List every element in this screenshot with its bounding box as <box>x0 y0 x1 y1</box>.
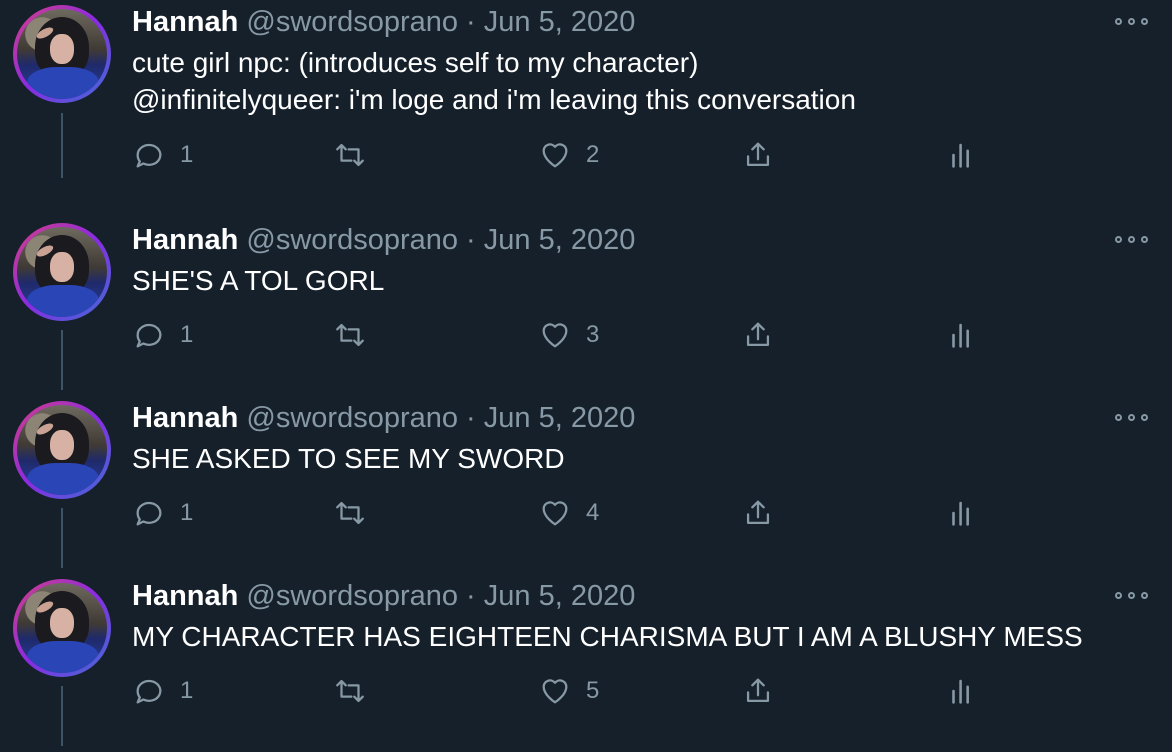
reply-icon <box>136 143 162 168</box>
share-icon <box>746 500 770 525</box>
reply-button[interactable]: 1 <box>132 318 193 352</box>
tweet-text: SHE'S A TOL GORL <box>132 262 384 299</box>
retweet-icon <box>336 143 364 167</box>
analytics-button[interactable] <box>945 318 979 352</box>
reply-count: 1 <box>180 141 194 168</box>
avatar[interactable] <box>13 579 111 677</box>
tweet-text-line: MY CHARACTER HAS EIGHTEEN CHARISMA BUT I… <box>132 621 1083 652</box>
like-button[interactable]: 5 <box>538 674 599 708</box>
like-icon <box>542 501 568 526</box>
retweet-icon <box>336 679 364 703</box>
retweet-button[interactable] <box>333 318 367 352</box>
reply-icon <box>136 501 162 526</box>
handle-and-date[interactable]: @swordsoprano · Jun 5, 2020 <box>246 402 635 434</box>
more-icon[interactable] <box>1115 232 1148 246</box>
more-icon[interactable] <box>1115 588 1148 602</box>
tweet-text-line: SHE ASKED TO SEE MY SWORD <box>132 443 565 474</box>
reply-button[interactable]: 1 <box>132 138 193 172</box>
display-name[interactable]: Hannah <box>132 6 238 38</box>
display-name[interactable]: Hannah <box>132 402 238 434</box>
avatar[interactable] <box>13 223 111 321</box>
like-button[interactable]: 4 <box>538 496 599 530</box>
like-icon <box>542 679 568 704</box>
reply-count: 1 <box>180 677 194 704</box>
analytics-icon <box>952 323 969 348</box>
tweet-text-line: cute girl npc: (introduces self to my ch… <box>132 47 699 78</box>
tweet[interactable]: Hannah @swordsoprano · Jun 5, 2020 SHE A… <box>0 396 1172 574</box>
like-count: 2 <box>586 141 600 168</box>
like-count: 5 <box>586 677 600 704</box>
handle-and-date[interactable]: @swordsoprano · Jun 5, 2020 <box>246 580 635 612</box>
tweet-header: Hannah @swordsoprano · Jun 5, 2020 <box>132 400 635 436</box>
reply-button[interactable]: 1 <box>132 496 193 530</box>
tweet[interactable]: Hannah @swordsoprano · Jun 5, 2020 SHE'S… <box>0 218 1172 396</box>
tweet-text: SHE ASKED TO SEE MY SWORD <box>132 440 565 477</box>
action-bar: 1 4 <box>0 496 1172 536</box>
reply-count: 1 <box>180 321 194 348</box>
share-icon <box>746 142 770 167</box>
share-button[interactable] <box>741 318 775 352</box>
retweet-button[interactable] <box>333 496 367 530</box>
reply-count: 1 <box>180 499 194 526</box>
avatar[interactable] <box>13 401 111 499</box>
analytics-icon <box>952 679 969 704</box>
tweet-header: Hannah @swordsoprano · Jun 5, 2020 <box>132 222 635 258</box>
more-icon[interactable] <box>1115 14 1148 28</box>
analytics-icon <box>952 501 969 526</box>
action-bar: 1 3 <box>0 318 1172 358</box>
tweet-text-line: @infinitelyqueer: i'm loge and i'm leavi… <box>132 84 856 115</box>
analytics-icon <box>952 143 969 168</box>
analytics-button[interactable] <box>945 496 979 530</box>
more-icon[interactable] <box>1115 410 1148 424</box>
tweet-text: cute girl npc: (introduces self to my ch… <box>132 44 856 118</box>
analytics-button[interactable] <box>945 138 979 172</box>
handle-and-date[interactable]: @swordsoprano · Jun 5, 2020 <box>246 6 635 38</box>
like-button[interactable]: 2 <box>538 138 599 172</box>
action-bar: 1 5 <box>0 674 1172 714</box>
share-icon <box>746 322 770 347</box>
display-name[interactable]: Hannah <box>132 580 238 612</box>
analytics-button[interactable] <box>945 674 979 708</box>
tweet[interactable]: Hannah @swordsoprano · Jun 5, 2020 cute … <box>0 0 1172 178</box>
share-button[interactable] <box>741 496 775 530</box>
tweet-text: MY CHARACTER HAS EIGHTEEN CHARISMA BUT I… <box>132 618 1083 655</box>
like-count: 3 <box>586 321 600 348</box>
retweet-icon <box>336 501 364 525</box>
display-name[interactable]: Hannah <box>132 224 238 256</box>
share-icon <box>746 678 770 703</box>
share-button[interactable] <box>741 674 775 708</box>
action-bar: 1 2 <box>0 138 1172 178</box>
tweet-text-line: SHE'S A TOL GORL <box>132 265 385 296</box>
like-icon <box>542 143 568 168</box>
reply-icon <box>136 679 162 704</box>
tweet-header: Hannah @swordsoprano · Jun 5, 2020 <box>132 4 635 40</box>
reply-button[interactable]: 1 <box>132 674 193 708</box>
tweet[interactable]: Hannah @swordsoprano · Jun 5, 2020 MY CH… <box>0 574 1172 752</box>
handle-and-date[interactable]: @swordsoprano · Jun 5, 2020 <box>246 224 635 256</box>
like-button[interactable]: 3 <box>538 318 599 352</box>
retweet-button[interactable] <box>333 674 367 708</box>
retweet-button[interactable] <box>333 138 367 172</box>
share-button[interactable] <box>741 138 775 172</box>
like-icon <box>542 323 568 348</box>
tweet-header: Hannah @swordsoprano · Jun 5, 2020 <box>132 578 635 614</box>
avatar[interactable] <box>13 5 111 103</box>
retweet-icon <box>336 323 364 347</box>
reply-icon <box>136 323 162 348</box>
like-count: 4 <box>586 499 600 526</box>
